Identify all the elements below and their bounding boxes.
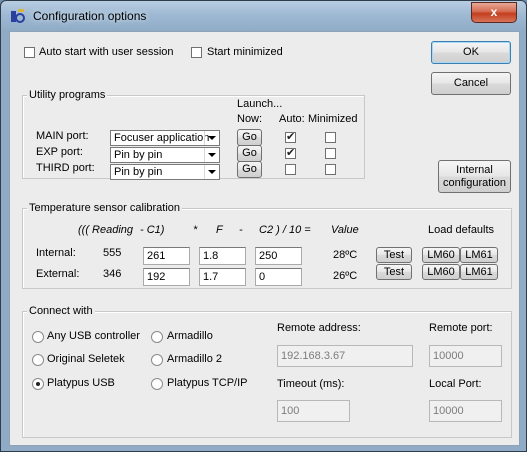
exp-port-program-value: Pin by pin <box>114 149 163 161</box>
internal-c1-input[interactable]: 261 <box>143 247 190 265</box>
radio-platypus-tcpip[interactable] <box>151 378 163 390</box>
platypus-usb-label: Platypus USB <box>47 377 115 389</box>
internal-f-input[interactable]: 1.8 <box>199 247 246 265</box>
auto-start-checkbox[interactable] <box>24 47 35 58</box>
ok-button[interactable]: OK <box>431 41 511 64</box>
external-lm61-button[interactable]: LM61 <box>460 264 498 280</box>
exp-port-auto-checkbox[interactable] <box>285 146 296 159</box>
any-usb-controller-label: Any USB controller <box>47 330 140 342</box>
platypus-tcpip-label: Platypus TCP/IP <box>167 377 248 389</box>
auto-start-label: Auto start with user session <box>39 46 174 58</box>
third-port-go-button[interactable]: Go <box>237 161 262 178</box>
cancel-button[interactable]: Cancel <box>431 72 511 95</box>
title-bar: Configuration options x <box>1 1 526 31</box>
external-c2-input[interactable]: 0 <box>255 268 302 286</box>
chevron-down-icon <box>204 148 219 162</box>
connect-with-title: Connect with <box>27 305 95 317</box>
internal-value: 28ºC <box>333 249 358 261</box>
start-minimized-label: Start minimized <box>207 46 283 58</box>
start-minimized-checkbox[interactable] <box>191 47 202 58</box>
external-value: 26ºC <box>333 270 358 282</box>
external-lm60-button[interactable]: LM60 <box>422 264 460 280</box>
timeout-label: Timeout (ms): <box>277 378 345 390</box>
load-defaults-label: Load defaults <box>428 224 495 236</box>
remote-port-input[interactable]: 10000 <box>429 345 502 367</box>
radio-armadillo-2[interactable] <box>151 354 163 366</box>
minimized-label: Minimized <box>308 113 358 125</box>
utility-programs-title: Utility programs <box>27 89 108 101</box>
configuration-window: Configuration options x Auto start with … <box>0 0 527 452</box>
armadillo-2-label: Armadillo 2 <box>167 353 223 365</box>
main-port-program-select[interactable]: Focuser application <box>110 130 220 146</box>
formula-value: Value <box>331 224 359 236</box>
third-port-minimized-checkbox[interactable] <box>325 164 336 175</box>
exp-port-label: EXP port: <box>36 146 83 158</box>
remote-address-input[interactable]: 192.168.3.67 <box>277 345 413 367</box>
third-port-program-value: Pin by pin <box>114 166 163 178</box>
timeout-input[interactable]: 100 <box>277 400 350 422</box>
launch-label: Launch... <box>237 98 283 110</box>
formula-f: F <box>216 224 223 236</box>
chevron-down-icon <box>204 165 219 179</box>
auto-label: Auto: <box>279 113 305 125</box>
exp-port-minimized-checkbox[interactable] <box>325 148 336 159</box>
external-reading: 346 <box>103 268 122 280</box>
formula-reading: ((( Reading <box>78 224 134 236</box>
internal-label: Internal: <box>36 247 76 259</box>
main-port-label: MAIN port: <box>36 130 89 142</box>
armadillo-label: Armadillo <box>167 330 213 342</box>
app-icon <box>11 9 25 23</box>
temperature-calibration-title: Temperature sensor calibration <box>27 202 183 214</box>
window-title: Configuration options <box>33 9 147 23</box>
radio-original-seletek[interactable] <box>32 354 44 366</box>
formula-minus: - <box>239 224 243 236</box>
formula-c1: - C1) <box>140 224 165 236</box>
exp-port-program-select[interactable]: Pin by pin <box>110 147 220 163</box>
internal-c2-input[interactable]: 250 <box>255 247 302 265</box>
internal-reading: 555 <box>103 247 122 259</box>
remote-port-label: Remote port: <box>429 322 493 334</box>
original-seletek-label: Original Seletek <box>47 353 125 365</box>
local-port-input[interactable]: 10000 <box>429 400 502 422</box>
exp-port-go-button[interactable]: Go <box>237 145 262 162</box>
external-label: External: <box>36 268 80 280</box>
remote-address-label: Remote address: <box>277 322 361 334</box>
main-port-go-button[interactable]: Go <box>237 129 262 146</box>
third-port-label: THIRD port: <box>36 162 95 174</box>
main-port-minimized-checkbox[interactable] <box>325 132 336 143</box>
main-port-auto-checkbox[interactable] <box>285 130 296 143</box>
radio-any-usb-controller[interactable] <box>32 331 44 343</box>
external-c1-input[interactable]: 192 <box>143 268 190 286</box>
formula-times: * <box>193 224 198 236</box>
chevron-down-icon <box>204 131 219 145</box>
internal-configuration-label-1: Internal <box>456 164 493 176</box>
local-port-label: Local Port: <box>429 378 482 390</box>
radio-platypus-usb[interactable] <box>32 378 44 390</box>
formula-c2: C2 ) / 10 = <box>259 224 311 236</box>
internal-test-button[interactable]: Test <box>376 247 412 263</box>
external-f-input[interactable]: 1.7 <box>199 268 246 286</box>
now-label: Now: <box>237 113 263 125</box>
third-port-program-select[interactable]: Pin by pin <box>110 164 220 180</box>
internal-configuration-label-2: configuration <box>443 177 506 189</box>
internal-lm60-button[interactable]: LM60 <box>422 247 460 263</box>
main-port-program-value: Focuser application <box>114 132 210 144</box>
radio-armadillo[interactable] <box>151 331 163 343</box>
internal-lm61-button[interactable]: LM61 <box>460 247 498 263</box>
dialog-client-area: Auto start with user session Start minim… <box>9 31 520 446</box>
internal-configuration-button[interactable]: Internal configuration <box>438 160 511 193</box>
external-test-button[interactable]: Test <box>376 264 412 280</box>
close-button[interactable]: x <box>471 2 517 23</box>
third-port-auto-checkbox[interactable] <box>285 164 296 175</box>
